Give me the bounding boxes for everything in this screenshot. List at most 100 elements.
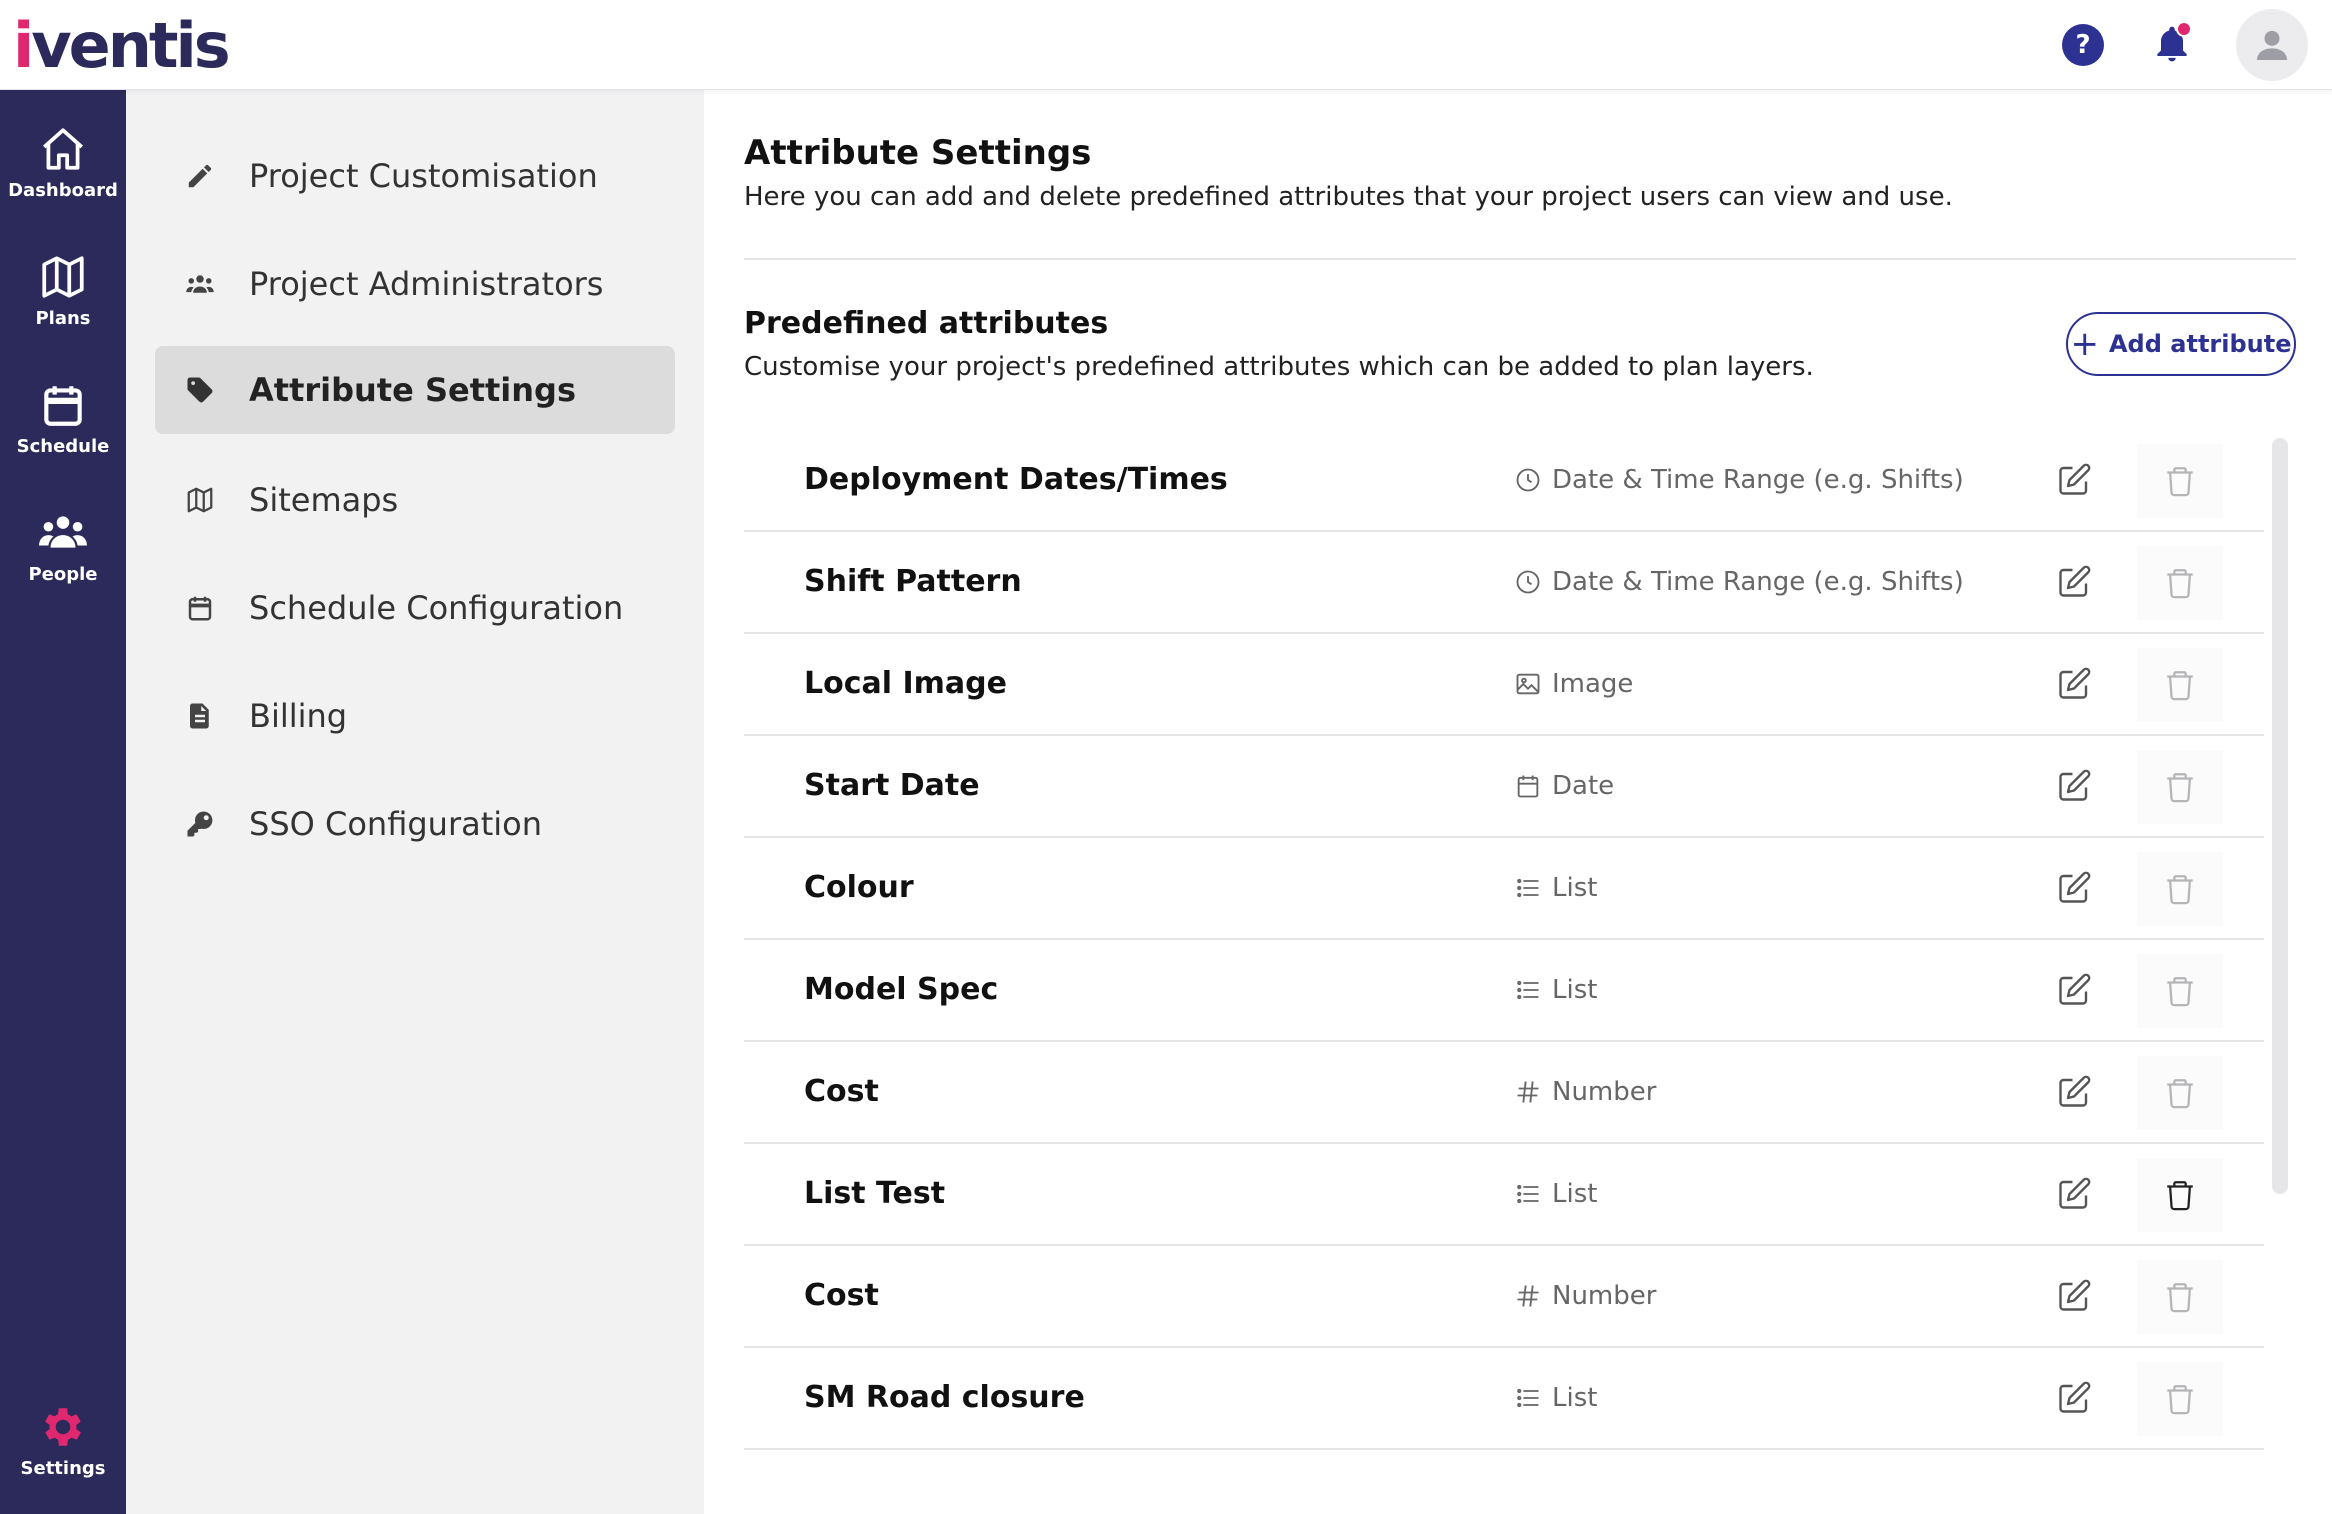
attribute-name: Cost [804,1074,879,1109]
rail-item-settings[interactable]: Settings [0,1402,126,1479]
settings-subnav: Project Customisation Project Administra… [126,90,704,1514]
attribute-type-label: Date & Time Range (e.g. Shifts) [1552,465,1964,495]
edit-icon[interactable] [2052,1070,2096,1114]
attribute-type: List [1514,838,1597,938]
edit-icon[interactable] [2052,458,2096,502]
edit-icon[interactable] [2052,560,2096,604]
attribute-type: List [1514,1144,1597,1244]
edit-icon[interactable] [2052,764,2096,808]
attribute-name: Cost [804,1278,879,1313]
subnav-item-label: Billing [249,697,348,735]
add-attribute-button[interactable]: + Add attribute [2066,312,2296,376]
question-circle-icon[interactable]: ? [2062,24,2104,66]
attribute-name: Colour [804,870,914,905]
subnav-item-sitemaps[interactable]: Sitemaps [155,456,675,544]
top-actions: ? [2062,9,2308,81]
users-icon [186,275,214,293]
subnav-item-label: Schedule Configuration [249,589,624,627]
rail-item-label: Dashboard [8,180,118,201]
rail-item-dashboard[interactable]: Dashboard [0,124,126,201]
edit-icon[interactable] [2052,968,2096,1012]
user-avatar[interactable] [2236,9,2308,81]
rail-item-label: Schedule [16,436,110,457]
table-row: SM Road closure List [744,1348,2264,1450]
logo-text: ventis [31,9,230,82]
tag-icon [187,377,213,403]
subnav-item-project-administrators[interactable]: Project Administrators [155,240,675,328]
calendar-icon [188,596,212,621]
list-icon [1514,1384,1552,1412]
page-description: Here you can add and delete predefined a… [744,182,1953,212]
page-title: Attribute Settings [744,133,1092,173]
attribute-name: Model Spec [804,972,999,1007]
rail-item-plans[interactable]: Plans [0,252,126,329]
table-row: List Test List [744,1144,2264,1246]
edit-icon[interactable] [2052,866,2096,910]
table-row: Cost Number [744,1042,2264,1144]
attribute-type-label: List [1552,873,1598,903]
rail-item-schedule[interactable]: Schedule [0,380,126,457]
attributes-table: Deployment Dates/Times Date & Time Range … [744,430,2264,1450]
divider [744,258,2296,260]
attribute-name: List Test [804,1176,946,1211]
subnav-item-billing[interactable]: Billing [155,672,675,760]
delete-icon[interactable] [2137,1260,2223,1334]
table-row: Shift Pattern Date & Time Range (e.g. Shi… [744,532,2264,634]
bell-icon[interactable] [2150,21,2194,67]
attribute-type-label: Number [1552,1077,1657,1107]
rail-item-label: Plans [35,308,91,329]
image-icon [1514,670,1552,698]
rail-item-label: Settings [20,1458,106,1479]
delete-icon[interactable] [2137,648,2223,722]
rail-item-label: People [28,564,98,585]
home-icon [43,128,83,170]
attribute-type-label: Date & Time Range (e.g. Shifts) [1552,567,1964,597]
edit-icon[interactable] [2052,1376,2096,1420]
delete-icon[interactable] [2137,1056,2223,1130]
delete-icon[interactable] [2137,444,2223,518]
subnav-item-project-customisation[interactable]: Project Customisation [155,132,675,220]
subnav-item-label: Attribute Settings [249,371,576,409]
attribute-name: Deployment Dates/Times [804,462,1228,497]
section-description: Customise your project's predefined attr… [744,352,1814,382]
table-row: Start Date Date [744,736,2264,838]
attribute-type-label: List [1552,975,1598,1005]
delete-icon[interactable] [2137,546,2223,620]
delete-icon[interactable] [2137,954,2223,1028]
subnav-item-sso-configuration[interactable]: SSO Configuration [155,780,675,868]
attribute-type-label: List [1552,1179,1598,1209]
delete-icon[interactable] [2137,1158,2223,1232]
delete-icon[interactable] [2137,1362,2223,1436]
attribute-name: SM Road closure [804,1380,1085,1415]
table-row: Deployment Dates/Times Date & Time Range … [744,430,2264,532]
edit-icon[interactable] [2052,1274,2096,1318]
people-icon [39,516,87,548]
map-icon [42,256,84,298]
gear-icon [45,1408,81,1446]
subnav-item-label: Project Administrators [249,265,604,303]
list-icon [1514,976,1552,1004]
section-title: Predefined attributes [744,306,1109,341]
user-icon [2257,30,2287,60]
table-row: Model Spec List [744,940,2264,1042]
attribute-type: Date [1514,736,1614,836]
rail-item-people[interactable]: People [0,508,126,585]
attribute-type: List [1514,940,1597,1040]
attribute-type-label: Image [1552,669,1634,699]
hash-icon [1514,1078,1552,1106]
attribute-name: Local Image [804,666,1007,701]
attribute-type: Image [1514,634,1633,734]
clock-icon [1514,466,1552,494]
subnav-item-label: SSO Configuration [249,805,542,843]
edit-icon[interactable] [2052,1172,2096,1216]
delete-icon[interactable] [2137,750,2223,824]
attribute-type: Date & Time Range (e.g. Shifts) [1514,430,1964,530]
delete-icon[interactable] [2137,852,2223,926]
scrollbar[interactable] [2272,438,2288,1194]
subnav-item-label: Sitemaps [249,481,399,519]
main-content: Attribute Settings Here you can add and … [704,90,2332,1514]
edit-icon[interactable] [2052,662,2096,706]
subnav-item-schedule-configuration[interactable]: Schedule Configuration [155,564,675,652]
app-logo[interactable]: iventis [13,6,231,86]
subnav-item-attribute-settings[interactable]: Attribute Settings [155,346,675,434]
